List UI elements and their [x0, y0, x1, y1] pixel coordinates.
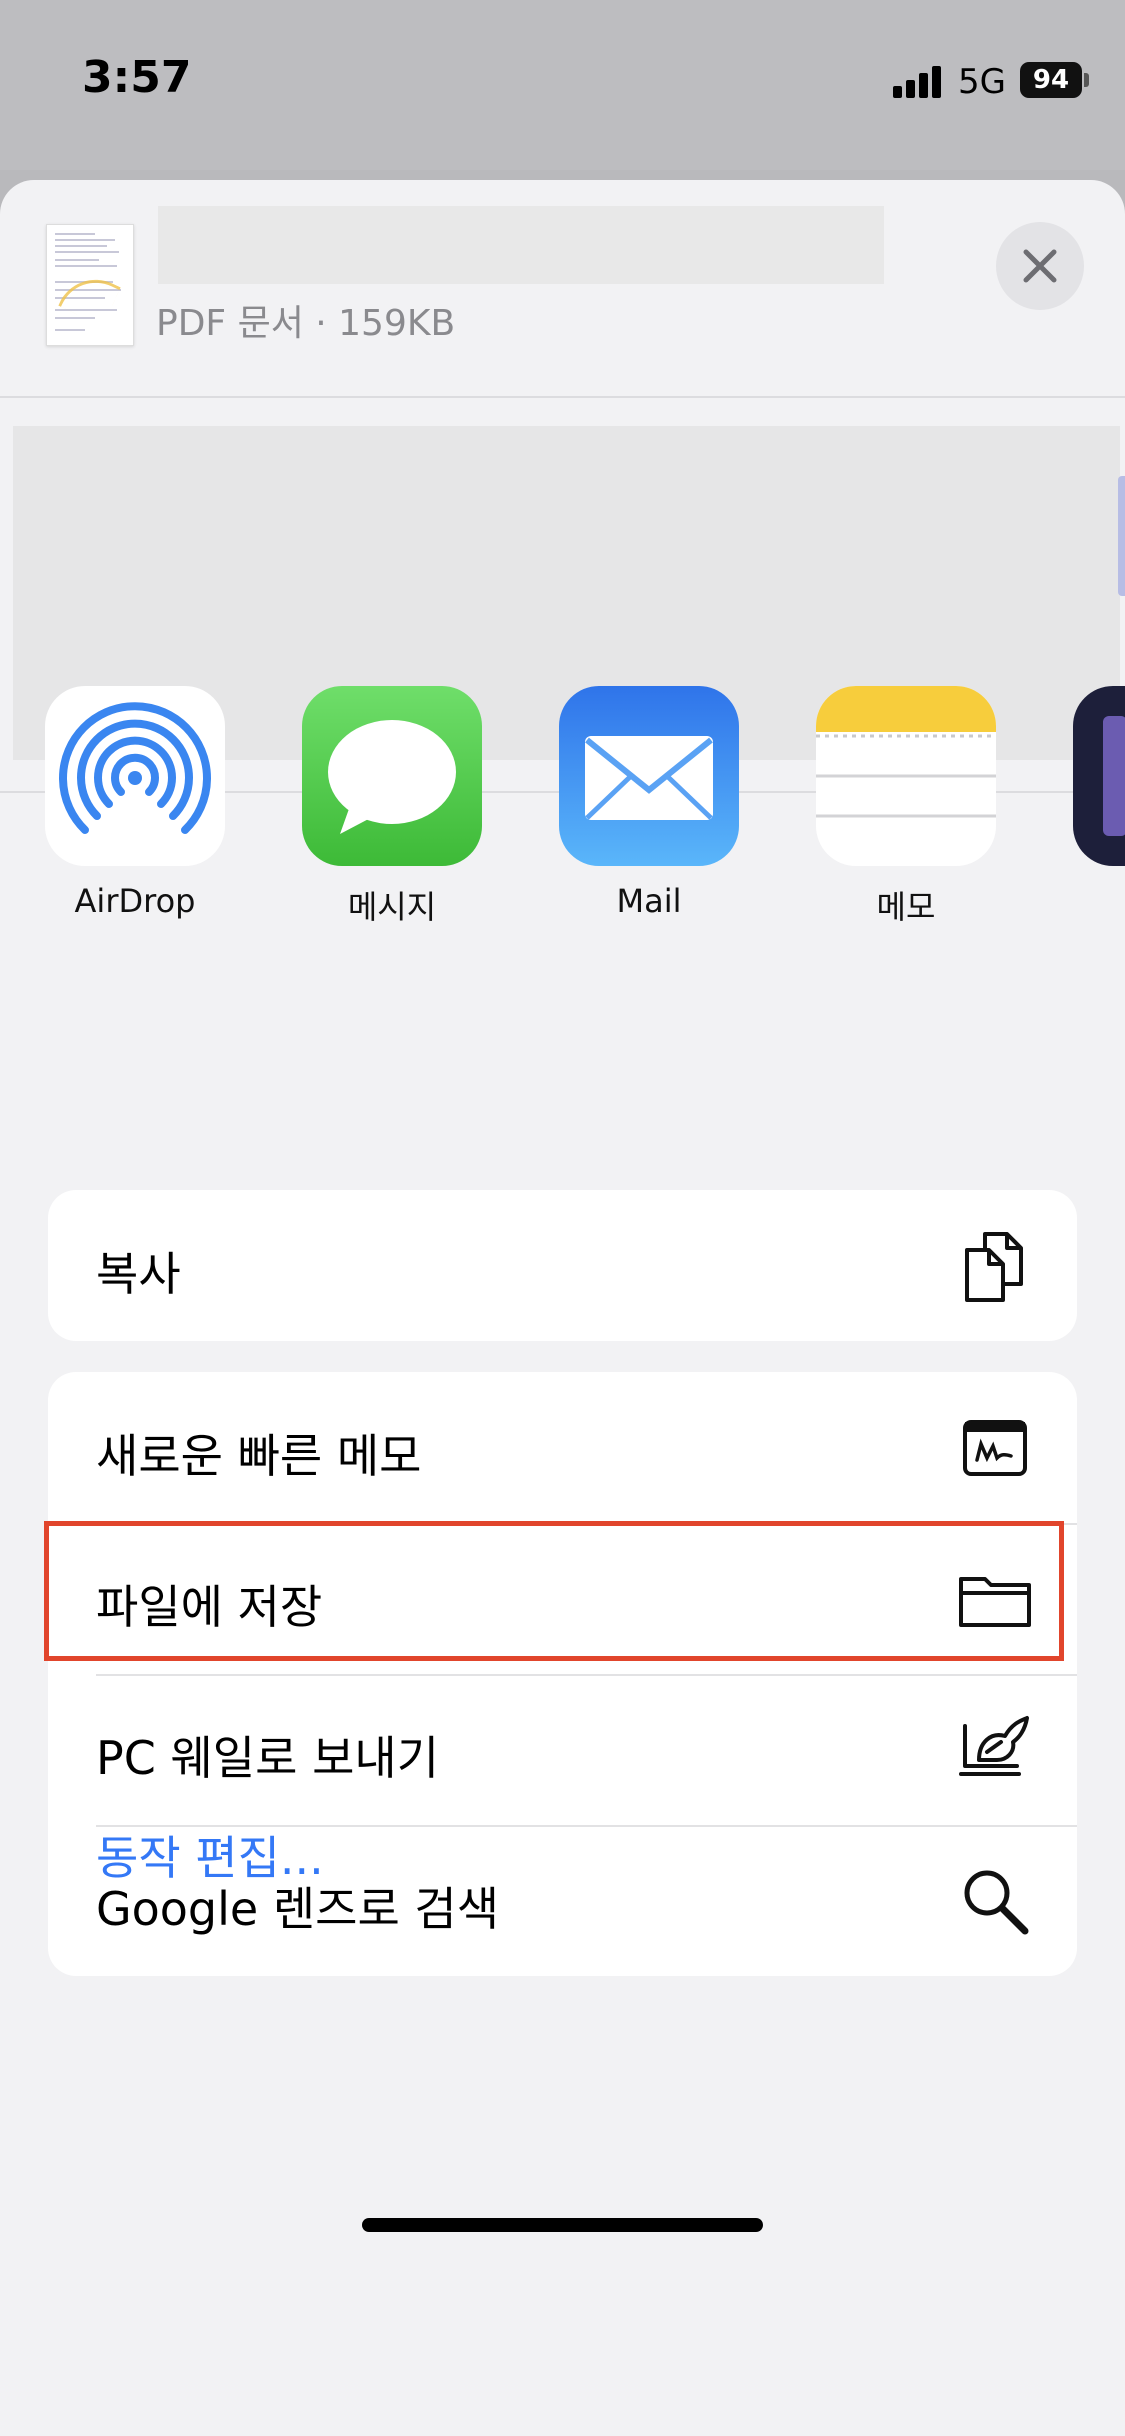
- share-sheet-header: PDF 문서 · 159KB: [0, 180, 1125, 396]
- app-airdrop[interactable]: AirDrop: [45, 686, 225, 920]
- network-type: 5G: [958, 62, 1006, 102]
- whale-icon: [959, 1716, 1029, 1776]
- battery-nub: [1084, 73, 1089, 87]
- app-label: Mail: [616, 882, 682, 920]
- mail-icon: [559, 686, 739, 866]
- action-quick-note[interactable]: 새로운 빠른 메모: [48, 1372, 1077, 1523]
- close-button[interactable]: [996, 222, 1084, 310]
- document-thumbnail: [46, 224, 134, 346]
- edit-actions-link[interactable]: 동작 편집...: [96, 1822, 324, 1888]
- copy-icon: [965, 1232, 1023, 1302]
- action-label: PC 웨일로 보내기: [96, 1731, 440, 1785]
- home-indicator: [362, 2218, 763, 2232]
- action-label: 복사: [96, 1247, 181, 1301]
- next-suggestion-peek[interactable]: [1118, 476, 1125, 596]
- notes-icon: [816, 686, 996, 866]
- document-title-redacted: [158, 206, 884, 284]
- document-subtitle: PDF 문서 · 159KB: [156, 303, 456, 344]
- app-label: 메모: [876, 888, 936, 926]
- quick-note-icon: [963, 1420, 1027, 1476]
- action-label: 새로운 빠른 메모: [96, 1429, 422, 1483]
- status-time: 3:57: [82, 52, 192, 103]
- status-bar: 3:57 5G 94: [0, 0, 1125, 170]
- folder-icon: [959, 1577, 1031, 1627]
- messages-icon: [302, 686, 482, 866]
- app-label: 메시지: [347, 888, 437, 926]
- action-label: 파일에 저장: [96, 1580, 323, 1634]
- divider: [0, 396, 1125, 398]
- cellular-signal-icon: [893, 66, 945, 98]
- magnifier-icon: [964, 1870, 1029, 1935]
- battery-icon: 94: [1020, 62, 1082, 98]
- airdrop-icon: [45, 686, 225, 866]
- action-copy[interactable]: 복사: [48, 1190, 1077, 1341]
- copy-group: 복사: [48, 1190, 1077, 1341]
- app-label: AirDrop: [74, 882, 196, 920]
- app-notes[interactable]: 메모: [816, 686, 996, 928]
- app-messages[interactable]: 메시지: [302, 686, 482, 928]
- app-partial-next[interactable]: [1073, 686, 1125, 866]
- app-mail[interactable]: Mail: [559, 686, 739, 920]
- xmark-icon: [1023, 249, 1057, 283]
- action-save-to-files[interactable]: 파일에 저장: [48, 1523, 1077, 1674]
- action-pc-whale[interactable]: PC 웨일로 보내기: [48, 1674, 1077, 1825]
